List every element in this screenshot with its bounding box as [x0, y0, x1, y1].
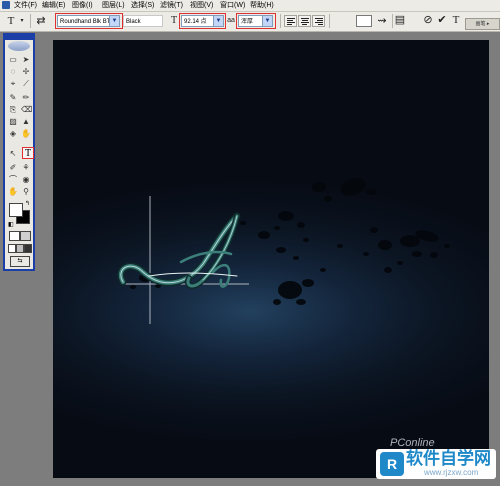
site-watermark-url: www.rjzxw.com	[424, 468, 479, 477]
text-orientation-icon[interactable]: ⇄	[35, 14, 47, 28]
zoom-tool-icon[interactable]: ⚲	[21, 187, 31, 197]
pen-tool-icon[interactable]: ✐	[8, 163, 18, 173]
marquee-tool-icon[interactable]: ▭	[8, 55, 18, 65]
standard-mode-button[interactable]	[9, 231, 20, 241]
site-watermark-name: 软件自学网	[406, 449, 491, 468]
toolbox-title-bar[interactable]	[5, 35, 33, 40]
menu-item-help[interactable]: 帮助(H)	[250, 1, 274, 10]
script-letter-a	[117, 212, 241, 289]
gradient-tool-icon[interactable]: ▲	[21, 117, 31, 127]
divider	[280, 14, 281, 28]
jump-to-imageready-button[interactable]: ⇆	[10, 256, 30, 267]
font-style-value: Black	[126, 19, 141, 25]
pconline-watermark: PConline	[390, 437, 435, 449]
hand-tool-icon[interactable]: ✋	[8, 187, 18, 197]
font-style-select[interactable]: Black	[123, 15, 163, 27]
align-center-button[interactable]	[298, 15, 311, 27]
menu-bar: 文件(F) 编辑(E) 图像(I) 图层(L) 选择(S) 滤镜(T) 视图(V…	[0, 0, 500, 12]
clone-stamp-tool-icon[interactable]: ⎘	[8, 105, 18, 115]
menu-item-window[interactable]: 窗口(W)	[220, 1, 245, 10]
path-selection-tool-icon[interactable]: ↖	[8, 149, 18, 159]
cancel-icon[interactable]: ⊘	[422, 13, 434, 27]
align-right-button[interactable]	[312, 15, 325, 27]
crop-tool-icon[interactable]: ⌖	[8, 79, 18, 89]
shape-tool-icon[interactable]: ⚘	[21, 163, 31, 173]
photoshop-logo-icon	[2, 1, 10, 9]
brush-tool-icon[interactable]: ✏	[21, 93, 31, 103]
menu-item-edit[interactable]: 编辑(E)	[42, 1, 65, 10]
slice-tool-icon[interactable]: ⟋	[21, 79, 31, 89]
site-logo-icon: R	[380, 452, 404, 476]
move-tool-icon[interactable]: ➤	[21, 55, 31, 65]
type-tool-preset-icon[interactable]: T	[4, 14, 18, 28]
anti-alias-icon: aa	[227, 17, 235, 24]
divider	[329, 14, 330, 28]
eraser-tool-icon[interactable]: ▨	[8, 117, 18, 127]
eyedropper-tool-icon[interactable]: ◉	[21, 175, 31, 185]
font-family-highlight	[55, 13, 123, 29]
menu-item-file[interactable]: 文件(F)	[14, 1, 37, 10]
font-size-icon: T	[170, 15, 178, 26]
blur-tool-icon[interactable]: ◈	[8, 129, 18, 139]
menu-item-filter[interactable]: 滤镜(T)	[160, 1, 183, 10]
magic-wand-tool-icon[interactable]: ✢	[21, 67, 31, 77]
dodge-tool-icon[interactable]: ✋	[21, 129, 31, 139]
healing-brush-tool-icon[interactable]: ✎	[8, 93, 18, 103]
lasso-tool-icon[interactable]: ◌	[8, 67, 18, 77]
quick-mask-mode-button[interactable]	[20, 231, 31, 241]
align-left-button[interactable]	[284, 15, 297, 27]
menu-item-image[interactable]: 图像(I)	[72, 1, 93, 10]
text-color-swatch[interactable]	[356, 15, 372, 27]
foreground-color-swatch[interactable]	[9, 203, 23, 217]
commit-icon[interactable]: ✔	[436, 13, 448, 27]
divider	[30, 14, 31, 28]
feather-logo-icon	[8, 41, 30, 51]
screen-mode-full-button[interactable]	[24, 244, 32, 253]
palettes-icon[interactable]: ▤	[394, 13, 406, 27]
anti-alias-highlight	[236, 13, 276, 29]
warp-text-icon[interactable]: ⇝	[376, 14, 388, 28]
default-colors-icon[interactable]: ◧	[8, 221, 14, 228]
swap-colors-icon[interactable]: ↰	[25, 200, 30, 207]
menu-item-select[interactable]: 选择(S)	[131, 1, 154, 10]
divider	[392, 14, 393, 28]
font-size-highlight	[179, 13, 226, 29]
ink-splatters	[130, 178, 450, 305]
type-tool-button[interactable]: T	[22, 147, 34, 159]
menu-item-layer[interactable]: 图层(L)	[102, 1, 125, 10]
toolbox: ▭ ➤ ◌ ✢ ⌖ ⟋ ✎ ✏ ⎘ ⌫ ▨ ▲ ◈ ✋ ↖ T ✐ ⚘ ⌒ ◉ …	[3, 33, 35, 271]
screen-mode-full-menu-button[interactable]	[16, 244, 24, 253]
canvas-artwork	[117, 178, 450, 324]
chevron-down-icon[interactable]: ▾	[18, 14, 26, 28]
menu-item-view[interactable]: 视图(V)	[190, 1, 213, 10]
screen-mode-standard-button[interactable]	[8, 244, 16, 253]
type-tool-icon[interactable]: T	[450, 13, 462, 27]
history-brush-tool-icon[interactable]: ⌫	[21, 105, 32, 115]
notes-tool-icon[interactable]: ⌒	[8, 175, 18, 185]
document-canvas[interactable]	[53, 40, 489, 478]
brushes-palette-tab[interactable]: 画笔 ▸	[465, 18, 500, 30]
